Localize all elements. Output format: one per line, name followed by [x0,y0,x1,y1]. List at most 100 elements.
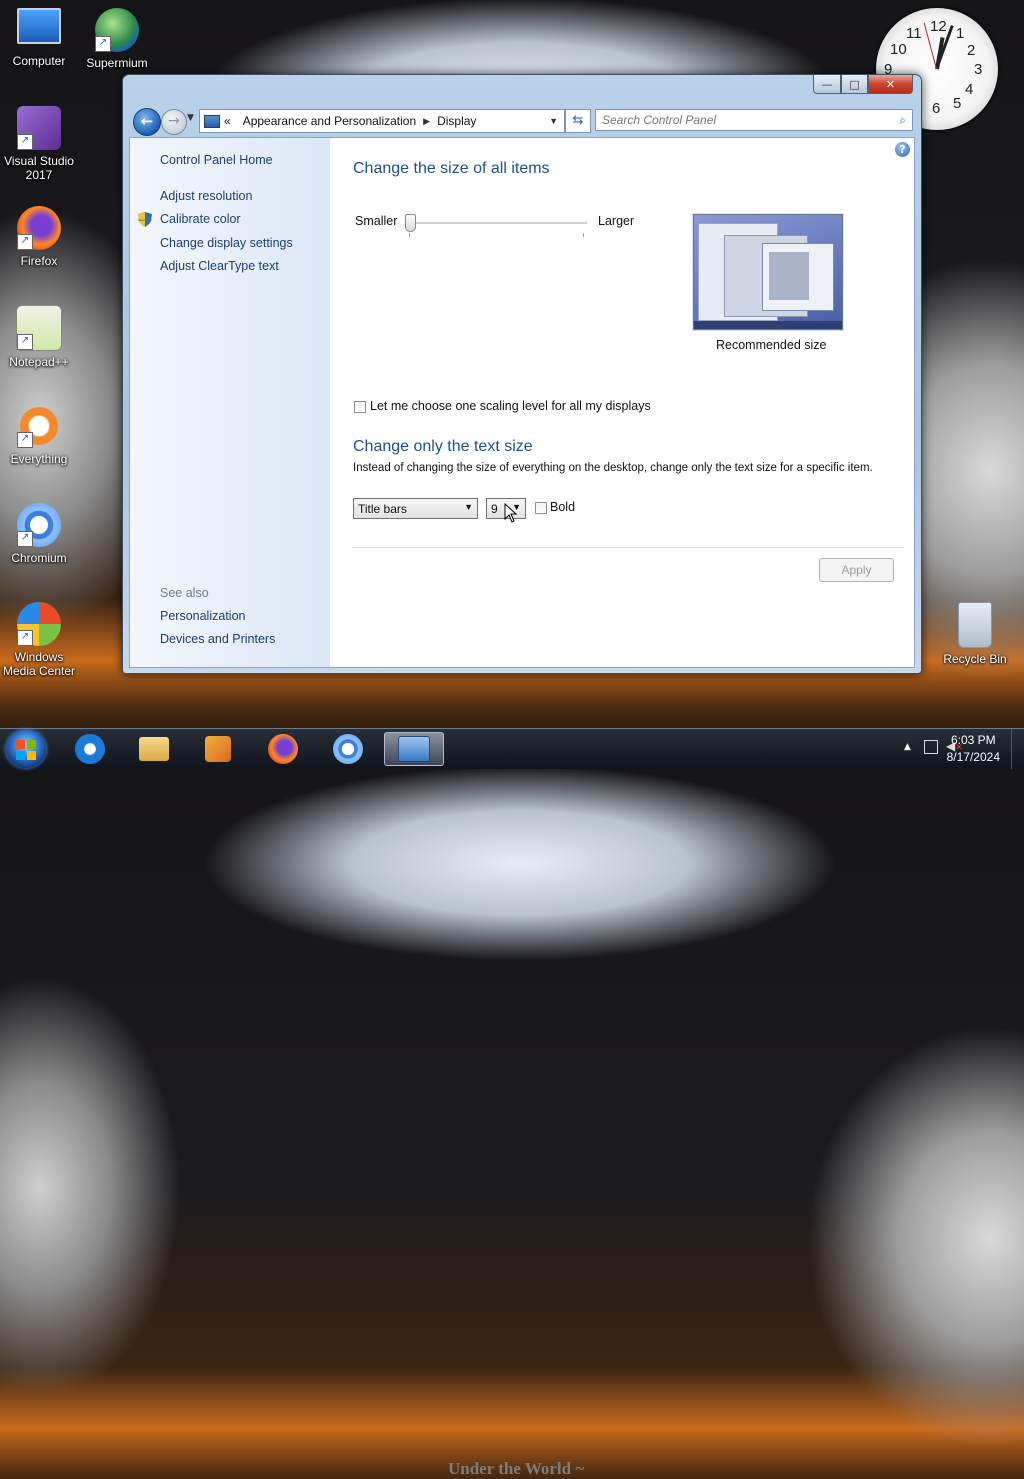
desktop-icon-media-center[interactable]: ↗ Windows Media Center [0,602,78,678]
back-button[interactable]: ← [133,108,161,136]
desktop-icon-visual-studio[interactable]: ↗ Visual Studio 2017 [0,106,78,182]
window-controls: — □ ✕ [813,75,913,94]
breadcrumb-appearance[interactable]: Appearance and Personalization [243,114,416,128]
windows-logo-icon [16,740,25,749]
font-size-select-value: 9 [491,502,498,516]
main-pane: ? Change the size of all items Smaller L… [331,138,914,667]
visual-studio-icon: ↗ [17,106,61,150]
left-pane: Control Panel Home Adjust resolution Cal… [130,138,330,667]
taskbar-time: 6:03 PM [950,733,996,747]
chevron-down-icon: ▼ [464,502,473,512]
divider [353,547,903,548]
wallpaper-caption: Under the World ~ [448,1459,585,1478]
desktop-icon-label-line1: Windows [14,650,64,664]
refresh-icon: ⇆ [572,113,584,128]
clock-number: 6 [932,100,941,117]
desktop-icon-firefox[interactable]: ↗ Firefox [0,206,78,268]
display-window: — □ ✕ ← → ▼ « Appearance and Personaliza… [122,74,922,674]
adjust-resolution-link[interactable]: Adjust resolution [160,189,252,203]
clock-number: 1 [956,25,965,42]
recommended-size-preview [693,214,843,330]
media-center-icon: ↗ [17,602,61,646]
help-icon[interactable]: ? [895,142,910,157]
bold-checkbox[interactable] [535,502,547,514]
desktop-icon-supermium[interactable]: ↗ Supermium [78,8,156,70]
desktop-icon-label: Supermium [86,56,148,70]
clock-number: 4 [965,81,974,98]
arrow-left-icon: ← [140,112,154,130]
folder-icon [139,737,169,761]
size-heading: Change the size of all items [353,160,550,177]
text-size-description: Instead of changing the size of everythi… [353,462,873,474]
desktop-icon-label: Computer [12,54,66,68]
address-overflow[interactable]: « [224,114,231,128]
taskbar-firefox[interactable] [255,732,311,766]
bold-checkbox-label[interactable]: Bold [550,500,575,514]
desktop-icon-computer[interactable]: Computer [0,8,78,68]
slider-max-label: Larger [598,214,635,228]
windows-logo-icon [27,751,36,760]
show-desktop-button[interactable] [1011,729,1024,769]
change-display-settings-link[interactable]: Change display settings [160,236,293,250]
taskbar-chromium[interactable] [320,732,376,766]
scaling-checkbox[interactable] [354,401,366,413]
breadcrumb-display[interactable]: Display [437,114,476,128]
start-button[interactable] [6,730,46,768]
show-hidden-icons-button[interactable]: ▲ [904,742,911,752]
search-icon[interactable]: ⌕ [899,113,906,128]
clock-number: 10 [890,41,907,58]
maximize-button[interactable]: □ [841,75,868,94]
desktop-icon-label: Recycle Bin [943,652,1007,666]
taskbar-explorer[interactable] [126,732,182,766]
chromium-icon: ↗ [17,503,61,547]
clock-number: 3 [974,61,983,78]
desktop-icon-recycle-bin[interactable]: Recycle Bin [936,602,1014,666]
desktop-icon-label: Firefox [20,254,58,268]
item-select[interactable]: Title bars ▼ [353,498,478,519]
refresh-button[interactable]: ⇆ [565,109,591,133]
minimize-button[interactable]: — [813,75,841,94]
shield-icon [138,212,152,227]
apply-button[interactable]: Apply [819,558,894,582]
scaling-checkbox-label[interactable]: Let me choose one scaling level for all … [370,399,651,413]
network-icon[interactable] [924,740,938,754]
adjust-cleartype-link[interactable]: Adjust ClearType text [160,259,279,273]
desktop-icon-label: Everything [10,452,68,466]
chevron-right-icon[interactable]: ▶ [423,116,430,127]
taskbar-internet-explorer[interactable] [62,732,118,766]
arrow-right-icon: → [168,113,180,129]
taskbar-clock[interactable]: 6:03 PM 8/17/2024 [947,732,1000,766]
control-panel-home-link[interactable]: Control Panel Home [160,153,273,167]
personalization-link[interactable]: Personalization [160,609,245,623]
desktop-icon-notepadpp[interactable]: ↗ Notepad++ [0,305,78,369]
desktop-icon-label-line2: 2017 [25,168,53,182]
everything-icon: ↗ [17,404,61,448]
clock-number: 11 [906,25,922,42]
desktop-icon-label: Chromium [11,551,67,565]
internet-explorer-icon [75,734,105,764]
taskbar-media-player[interactable] [190,732,246,766]
size-slider-thumb[interactable] [405,214,416,232]
see-also-heading: See also [160,586,209,600]
calibrate-color-link[interactable]: Calibrate color [160,212,241,226]
recent-pages-dropdown[interactable]: ▼ [187,113,194,123]
chevron-down-icon[interactable]: ▼ [549,116,558,126]
preview-caption: Recommended size [716,338,827,352]
address-bar[interactable]: « Appearance and Personalization ▶ Displ… [199,109,565,133]
desktop-icon-label-line1: Visual Studio [4,154,74,168]
desktop-icon-everything[interactable]: ↗ Everything [0,404,78,466]
devices-and-printers-link[interactable]: Devices and Printers [160,632,275,646]
control-panel-icon [204,114,220,128]
slider-tick [409,233,410,237]
supermium-icon: ↗ [95,8,139,52]
desktop-icon-chromium[interactable]: ↗ Chromium [0,503,78,565]
search-input[interactable] [596,112,894,128]
desktop-icon-label-line2: Media Center [2,664,76,678]
windows-logo-icon [27,740,36,749]
taskbar-control-panel[interactable] [384,732,444,766]
size-slider-track[interactable] [409,222,587,225]
forward-button[interactable]: → [161,109,187,135]
close-button[interactable]: ✕ [868,75,913,94]
search-box[interactable]: ⌕ [595,109,913,131]
taskbar-date: 8/17/2024 [946,750,1000,764]
